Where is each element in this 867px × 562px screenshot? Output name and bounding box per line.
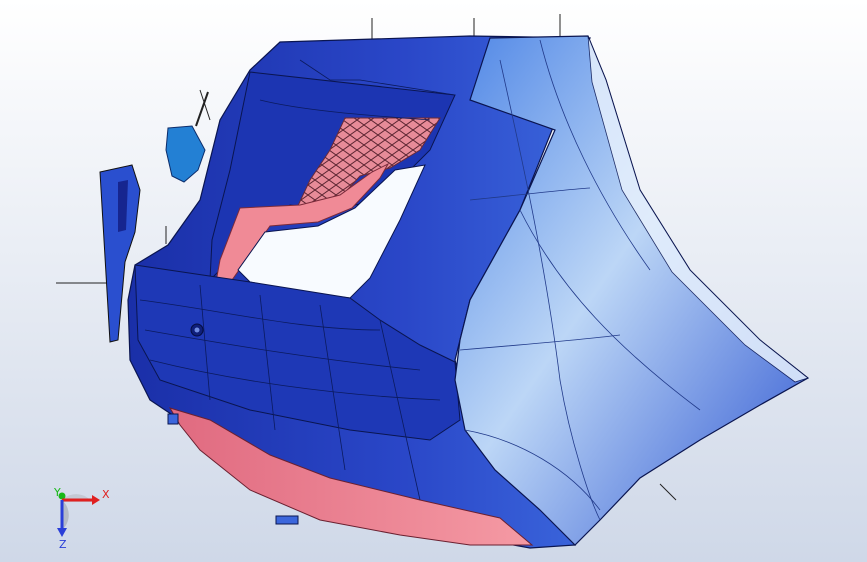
triad-z-label: Z: [59, 538, 67, 550]
triad-x-label: X: [102, 488, 110, 501]
triad-y-label: Y: [53, 486, 61, 499]
bottom-clip: [275, 515, 299, 525]
bottom-clip: [167, 413, 179, 425]
3d-viewport[interactable]: [0, 0, 867, 562]
y-axis-icon: Y: [53, 486, 66, 500]
orientation-triad: Y X Z: [53, 486, 110, 550]
